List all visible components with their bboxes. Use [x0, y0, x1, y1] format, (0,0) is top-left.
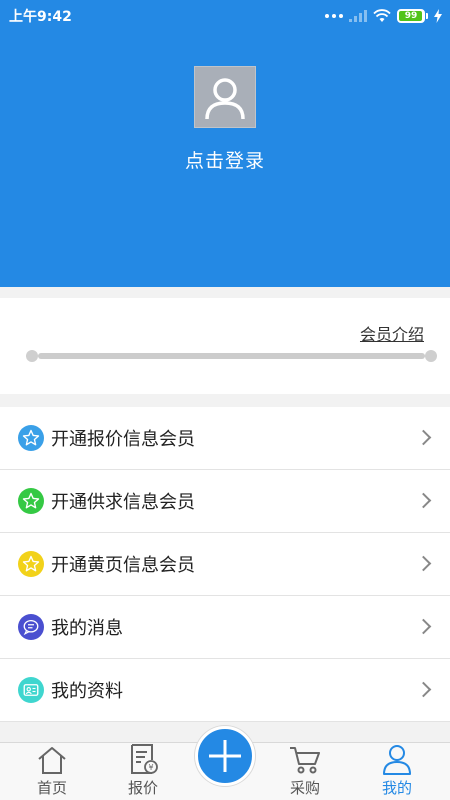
chevron-right-icon [415, 681, 432, 698]
star-icon [18, 551, 44, 577]
status-bar: 上午9:42 99 [0, 0, 450, 32]
member-card: 会员介绍 [0, 298, 450, 394]
wifi-icon [373, 9, 391, 22]
svg-text:¥: ¥ [148, 763, 153, 772]
star-icon [18, 488, 44, 514]
charging-icon [434, 9, 442, 23]
tab-label: 首页 [36, 779, 67, 797]
publish-plus-button[interactable] [195, 726, 255, 786]
tab-label: 报价 [127, 779, 158, 797]
menu-item-label: 开通报价信息会员 [51, 429, 195, 450]
member-progress-bar [26, 350, 437, 362]
message-icon [18, 614, 44, 640]
login-link[interactable]: 点击登录 [0, 146, 450, 173]
menu-item-yellowpage-membership[interactable]: 开通黄页信息会员 [0, 533, 450, 596]
user-icon [383, 745, 411, 775]
chevron-right-icon [415, 555, 432, 572]
menu-item-profile[interactable]: 我的资料 [0, 659, 450, 722]
star-icon [18, 425, 44, 451]
member-intro-link[interactable]: 会员介绍 [360, 321, 424, 345]
chevron-right-icon [415, 429, 432, 446]
menu-item-supply-membership[interactable]: 开通供求信息会员 [0, 470, 450, 533]
progress-track [38, 353, 425, 359]
tab-quote[interactable]: ¥ 报价 [98, 743, 188, 800]
menu-item-label: 开通供求信息会员 [51, 492, 195, 513]
menu-item-label: 开通黄页信息会员 [51, 555, 195, 576]
avatar[interactable] [194, 66, 256, 128]
menu-item-messages[interactable]: 我的消息 [0, 596, 450, 659]
more-dots-icon [325, 14, 343, 18]
status-icons: 99 [325, 9, 442, 23]
profile-header: 点击登录 [0, 32, 450, 287]
bottom-tab-bar: 首页 ¥ 报价 采购 我的 [0, 726, 450, 800]
tab-label: 采购 [289, 779, 320, 797]
tab-label: 我的 [381, 779, 412, 797]
tab-mine[interactable]: 我的 [352, 743, 442, 800]
menu-item-label: 我的资料 [51, 681, 123, 702]
battery-icon: 99 [397, 9, 428, 23]
tab-purchase[interactable]: 采购 [260, 743, 350, 800]
menu-list: 开通报价信息会员 开通供求信息会员 开通黄页信息会员 我的消息 我的资料 [0, 407, 450, 722]
chevron-right-icon [415, 492, 432, 509]
plus-icon [209, 740, 241, 772]
user-placeholder-icon [205, 78, 245, 120]
tab-home[interactable]: 首页 [7, 743, 97, 800]
signal-icon [349, 10, 367, 22]
cart-icon [290, 747, 320, 774]
menu-item-label: 我的消息 [51, 618, 123, 639]
chevron-right-icon [415, 618, 432, 635]
menu-item-quote-membership[interactable]: 开通报价信息会员 [0, 407, 450, 470]
profile-card-icon [18, 677, 44, 703]
progress-start-dot [26, 350, 38, 362]
home-icon [38, 747, 66, 774]
progress-end-dot [425, 350, 437, 362]
price-document-icon: ¥ [131, 744, 158, 774]
battery-level: 99 [404, 11, 418, 21]
status-time: 上午9:42 [9, 9, 72, 25]
